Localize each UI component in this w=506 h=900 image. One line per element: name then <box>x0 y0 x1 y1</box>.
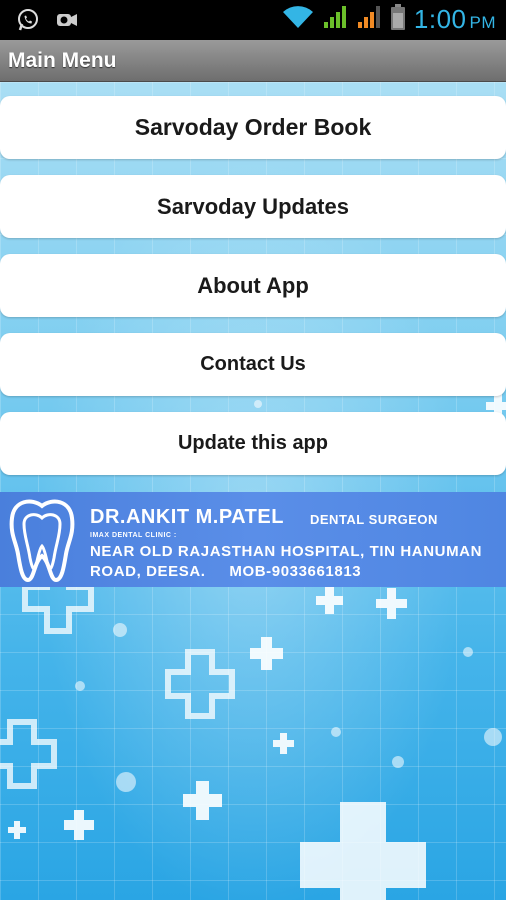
clock-ampm: PM <box>469 13 496 32</box>
signal-icon-2 <box>356 4 382 35</box>
battery-icon <box>390 3 406 36</box>
address-line-2: ROAD, DEESA. MOB-9033661813 <box>90 563 362 580</box>
status-bar: 1:00 PM <box>0 0 506 40</box>
doctor-role: DENTAL SURGEON <box>310 512 438 527</box>
tooth-icon <box>6 496 78 589</box>
menu-button-label: Update this app <box>177 432 328 454</box>
address-line-1: NEAR OLD RAJASTHAN HOSPITAL, TIN HANUMAN <box>90 543 483 560</box>
whatsapp-icon <box>16 8 40 37</box>
menu-button-label: About App <box>197 272 309 298</box>
menu-button-order-book[interactable]: Sarvoday Order Book <box>0 96 506 159</box>
menu-button-label: Contact Us <box>200 353 306 375</box>
menu-button-update-app[interactable]: Update this app <box>0 412 506 475</box>
camera-notification-icon <box>54 8 80 37</box>
menu-button-about-app[interactable]: About App <box>0 254 506 317</box>
signal-icon <box>322 4 348 35</box>
main-content: Sarvoday Order Book Sarvoday Updates Abo… <box>0 82 506 900</box>
doctor-name: DR.ANKIT M.PATEL <box>90 506 284 528</box>
menu-button-label: Sarvoday Order Book <box>134 114 372 140</box>
menu-button-contact-us[interactable]: Contact Us <box>0 333 506 396</box>
clock-time: 1:00 <box>413 4 467 34</box>
system-icons: 1:00 PM <box>282 3 496 36</box>
clock: 1:00 PM <box>414 4 496 35</box>
menu-button-updates[interactable]: Sarvoday Updates <box>0 175 506 238</box>
title-bar: Main Menu <box>0 40 506 82</box>
wifi-icon <box>282 4 314 35</box>
notification-icons <box>16 8 80 37</box>
menu-button-label: Sarvoday Updates <box>157 193 349 219</box>
page-title: Main Menu <box>8 49 117 72</box>
clinic-name: IMAX DENTAL CLINIC : <box>90 532 177 539</box>
doctor-ad-banner[interactable]: DR.ANKIT M.PATEL DENTAL SURGEON IMAX DEN… <box>0 492 506 587</box>
